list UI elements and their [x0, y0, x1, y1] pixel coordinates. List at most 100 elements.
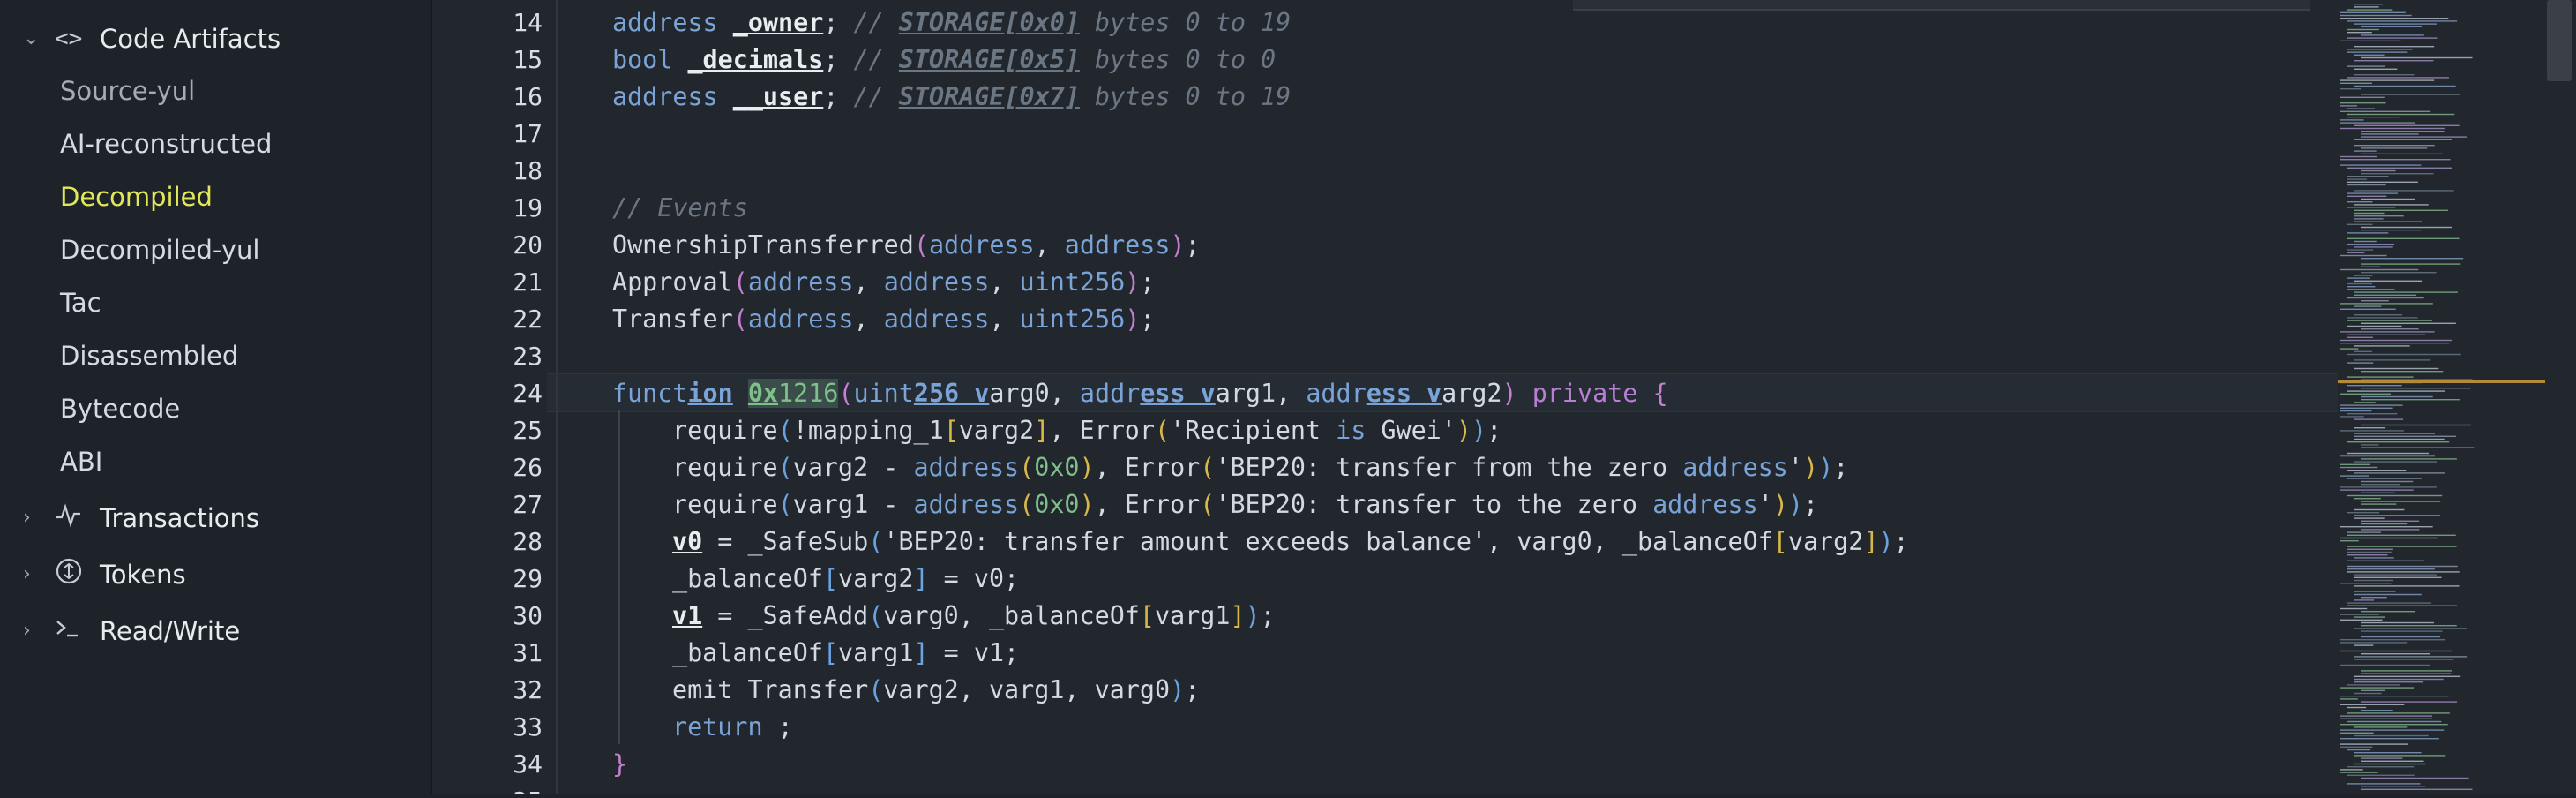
minimap-line	[2340, 466, 2378, 469]
minimap-line	[2347, 244, 2394, 245]
minimap-line	[2354, 557, 2394, 559]
sidebar-item-disassembled[interactable]: Disassembled	[60, 335, 238, 377]
minimap-line	[2354, 367, 2439, 370]
minimap-line	[2340, 339, 2452, 342]
minimap-line	[2347, 37, 2438, 39]
minimap-line	[2354, 294, 2417, 296]
vertical-scrollbar[interactable]	[2545, 0, 2576, 794]
minimap-line	[2347, 568, 2435, 570]
sidebar-item-decompiled[interactable]: Decompiled	[60, 176, 213, 218]
minimap-line	[2347, 684, 2400, 686]
minimap-line	[2340, 155, 2378, 158]
minimap-line	[2361, 670, 2452, 672]
minimap-line	[2361, 636, 2440, 638]
minimap-line	[2347, 353, 2461, 356]
minimap-line	[2347, 178, 2368, 180]
minimap-line	[2354, 585, 2460, 587]
minimap-line	[2340, 738, 2439, 740]
scrollbar-thumb[interactable]	[2547, 0, 2572, 81]
minimap-line	[2361, 395, 2433, 398]
line-number: 26	[513, 453, 543, 482]
minimap-line	[2340, 642, 2408, 644]
minimap-line	[2347, 113, 2455, 116]
minimap-line	[2340, 96, 2385, 98]
readwrite-header[interactable]: › Read/Write	[0, 610, 431, 652]
minimap-line	[2347, 232, 2389, 234]
minimap-line	[2354, 60, 2434, 62]
minimap-line	[2354, 150, 2377, 152]
code-line-26: require(varg2 - address(0x0), Error('BEP…	[672, 453, 1849, 482]
minimap-line	[2361, 131, 2445, 132]
line-number: 29	[513, 564, 543, 593]
sidebar-item-tac[interactable]: Tac	[60, 282, 101, 324]
code-artifacts-header[interactable]: ⌄ <> Code Artifacts	[0, 18, 431, 60]
minimap-line	[2354, 593, 2422, 596]
minimap-line	[2354, 305, 2382, 307]
code-editor[interactable]: 14 15 16 17 18 19 20 21 22 23 24 25 26 27 28 29 30 31 32 33…	[432, 0, 2338, 794]
sidebar-item-decompiled-yul[interactable]: Decompiled-yul	[60, 229, 259, 271]
minimap-line	[2340, 268, 2419, 271]
minimap-line	[2347, 325, 2402, 327]
sidebar-item-bytecode[interactable]: Bytecode	[60, 388, 180, 430]
line-number: 27	[513, 490, 543, 519]
minimap-line	[2347, 385, 2402, 387]
minimap-line	[2354, 517, 2385, 519]
minimap-line	[2347, 51, 2408, 53]
minimap-line	[2361, 173, 2434, 175]
minimap-line	[2354, 190, 2454, 192]
chevron-right-icon[interactable]: ›	[23, 553, 41, 596]
line-number: 21	[513, 267, 543, 297]
sidebar-item-source-yul[interactable]: Source-yul	[60, 70, 195, 112]
minimap-line	[2354, 752, 2422, 754]
minimap-line	[2340, 540, 2359, 542]
minimap-line	[2354, 74, 2415, 76]
code-line-14: address _owner; // STORAGE[0x0] bytes 0 …	[612, 8, 1292, 37]
sidebar-item-ai-reconstructed[interactable]: AI-reconstructed	[60, 123, 272, 165]
minimap-line	[2347, 336, 2373, 338]
minimap-line	[2354, 23, 2437, 25]
minimap-line	[2361, 147, 2428, 149]
minimap-line	[2354, 579, 2393, 582]
minimap-line	[2354, 461, 2437, 463]
minimap-line	[2347, 774, 2415, 776]
minimap-line	[2361, 300, 2389, 302]
minimap-line	[2347, 176, 2389, 177]
minimap-line	[2347, 286, 2376, 288]
sidebar-item-abi[interactable]: ABI	[60, 440, 102, 483]
minimap-line	[2347, 201, 2373, 203]
minimap-line	[2361, 597, 2387, 598]
minimap-line	[2361, 757, 2403, 759]
minimap-line	[2361, 399, 2460, 401]
minimap-line	[2354, 280, 2423, 282]
minimap-line	[2347, 237, 2460, 239]
minimap-line	[2361, 701, 2458, 703]
transactions-header[interactable]: › Transactions	[0, 497, 431, 539]
minimap-line	[2340, 11, 2406, 13]
activity-icon	[55, 494, 90, 542]
minimap-line	[2361, 198, 2416, 200]
line-number: 17	[513, 119, 543, 148]
code-icon: <>	[55, 26, 83, 52]
minimap-line	[2354, 755, 2446, 757]
minimap-line	[2347, 602, 2431, 604]
minimap-line	[2361, 625, 2457, 627]
minimap-line	[2361, 689, 2385, 691]
minimap[interactable]	[2338, 0, 2545, 794]
minimap-line	[2347, 531, 2381, 533]
minimap-line	[2347, 192, 2398, 194]
minimap-line	[2354, 350, 2372, 352]
minimap-line	[2340, 308, 2396, 310]
minimap-line	[2354, 678, 2444, 681]
line-number: 28	[513, 527, 543, 556]
minimap-line	[2347, 452, 2430, 455]
chevron-right-icon[interactable]: ›	[23, 497, 41, 539]
minimap-line	[2347, 376, 2414, 378]
line-number: 19	[513, 193, 543, 222]
chevron-down-icon[interactable]: ⌄	[23, 18, 41, 60]
tokens-header[interactable]: › Tokens	[0, 553, 431, 596]
code-line-22: Transfer(address, address, uint256);	[612, 305, 1156, 334]
code-line-16: address __user; // STORAGE[0x7] bytes 0 …	[612, 82, 1292, 111]
chevron-right-icon[interactable]: ›	[23, 610, 41, 652]
minimap-line	[2347, 560, 2425, 561]
minimap-line	[2347, 28, 2379, 31]
